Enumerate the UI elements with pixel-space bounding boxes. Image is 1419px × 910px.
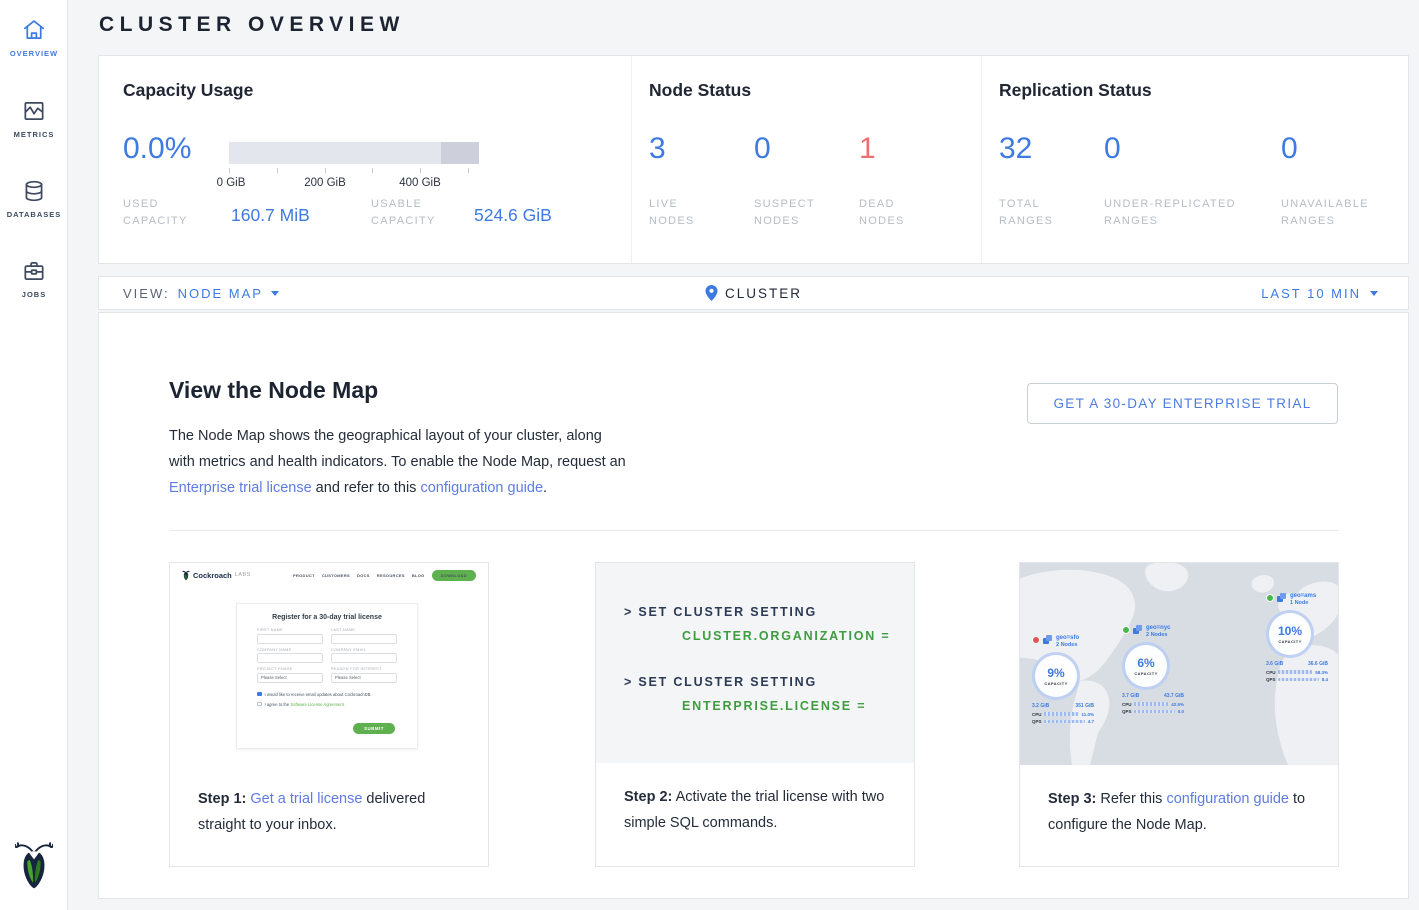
- mini-register-form: Register for a 30-day trial license FIRS…: [236, 603, 418, 749]
- chevron-down-icon: [271, 291, 279, 296]
- sidebar-item-metrics[interactable]: METRICS: [0, 98, 68, 139]
- status-ok-icon: [1122, 626, 1130, 634]
- status-ok-icon: [1266, 594, 1274, 602]
- sidebar: OVERVIEW METRICS DATABASES JOBS: [0, 0, 68, 910]
- sidebar-item-jobs[interactable]: JOBS: [0, 258, 68, 299]
- mini-submit-button: SUBMIT: [353, 723, 395, 734]
- locality-geo-sfo: geo=sfo2 Nodes 9%CAPACITY 3.2 GiB351 GiB…: [1032, 635, 1094, 724]
- locality-geo-ams: geo=ams1 Node 10%CAPACITY 3.6 GiB36.6 Gi…: [1266, 593, 1328, 682]
- step3-caption: Step 3: Refer this configuration guide t…: [1020, 765, 1338, 838]
- section-heading: View the Node Map: [169, 377, 378, 404]
- capacity-axis-tick: 400 GiB: [399, 177, 441, 189]
- under-replicated-ranges-count: 0: [1104, 132, 1121, 166]
- live-nodes-count: 3: [649, 132, 666, 166]
- view-bar: VIEW: NODE MAP CLUSTER LAST 10 MIN: [98, 276, 1409, 310]
- total-ranges-count: 32: [999, 132, 1032, 166]
- under-replicated-ranges-label: UNDER-REPLICATEDRANGES: [1104, 196, 1236, 230]
- cluster-overview-page: OVERVIEW METRICS DATABASES JOBS: [0, 0, 1419, 910]
- page-title: CLUSTER OVERVIEW: [99, 13, 405, 37]
- nodes-cube-icon: [1043, 635, 1053, 644]
- node-status-title: Node Status: [649, 80, 751, 101]
- sidebar-item-label: DATABASES: [0, 210, 68, 219]
- mini-cockroach-brand: CockroachLABS: [182, 570, 251, 581]
- register-screenshot: CockroachLABS PRODUCTCUSTOMERSDOCSRESOUR…: [170, 563, 488, 765]
- sidebar-item-databases[interactable]: DATABASES: [0, 178, 68, 219]
- location-pin-icon: [705, 285, 717, 301]
- sql-commands-block: > SET CLUSTER SETTING CLUSTER.ORGANIZATI…: [596, 563, 914, 763]
- status-error-icon: [1032, 636, 1040, 644]
- home-icon: [21, 17, 47, 43]
- view-selector-dropdown[interactable]: NODE MAP: [178, 286, 279, 301]
- database-icon: [21, 178, 47, 204]
- suspect-nodes-count: 0: [754, 132, 771, 166]
- configuration-guide-link[interactable]: configuration guide: [1166, 791, 1289, 807]
- usable-capacity-value: 524.6 GiB: [474, 205, 552, 226]
- capacity-axis-tick: 0 GiB: [217, 177, 246, 189]
- section-description: The Node Map shows the geographical layo…: [169, 423, 631, 501]
- cluster-summary-card: Capacity Usage 0.0% 0 GiB 200 GiB 400 Gi…: [98, 55, 1409, 264]
- get-trial-license-link[interactable]: Get a trial license: [250, 791, 362, 807]
- step2-caption: Step 2: Activate the trial license with …: [596, 763, 914, 836]
- capacity-bar: [229, 142, 479, 164]
- cluster-scope-label: CLUSTER: [725, 286, 802, 301]
- used-capacity-label: USEDCAPACITY: [123, 196, 188, 230]
- get-enterprise-trial-button[interactable]: GET A 30-DAY ENTERPRISE TRIAL: [1027, 383, 1338, 424]
- metrics-icon: [21, 98, 47, 124]
- enterprise-trial-license-link[interactable]: Enterprise trial license: [169, 480, 312, 496]
- step1-caption: Step 1: Get a trial license delivered st…: [170, 765, 488, 838]
- view-label: VIEW:: [123, 286, 170, 301]
- configuration-guide-link[interactable]: configuration guide: [420, 480, 543, 496]
- capacity-used-percent: 0.0%: [123, 132, 191, 166]
- sidebar-item-label: OVERVIEW: [0, 49, 68, 58]
- briefcase-icon: [21, 258, 47, 284]
- dead-nodes-label: DEADNODES: [859, 196, 905, 230]
- suspect-nodes-label: SUSPECTNODES: [754, 196, 815, 230]
- nodes-cube-icon: [1133, 625, 1143, 634]
- cockroachdb-logo[interactable]: [0, 841, 68, 896]
- used-capacity-value: 160.7 MiB: [231, 205, 310, 226]
- mini-cockroach-icon: [182, 570, 190, 581]
- node-map-panel: View the Node Map The Node Map shows the…: [98, 312, 1409, 899]
- locality-geo-nyc: geo=nyc2 Nodes 6%CAPACITY 3.7 GiB43.7 Gi…: [1122, 625, 1184, 714]
- chevron-down-icon: [1370, 291, 1378, 296]
- total-ranges-label: TOTALRANGES: [999, 196, 1053, 230]
- sidebar-item-label: JOBS: [0, 290, 68, 299]
- nodes-cube-icon: [1277, 593, 1287, 602]
- unavailable-ranges-count: 0: [1281, 132, 1298, 166]
- step1-card: CockroachLABS PRODUCTCUSTOMERSDOCSRESOUR…: [169, 562, 489, 867]
- node-map-preview: geo=sfo2 Nodes 9%CAPACITY 3.2 GiB351 GiB…: [1020, 563, 1338, 765]
- unavailable-ranges-label: UNAVAILABLERANGES: [1281, 196, 1369, 230]
- sidebar-item-label: METRICS: [0, 130, 68, 139]
- step3-card: geo=sfo2 Nodes 9%CAPACITY 3.2 GiB351 GiB…: [1019, 562, 1339, 867]
- capacity-usage-title: Capacity Usage: [123, 80, 253, 101]
- capacity-axis-tick: 200 GiB: [304, 177, 346, 189]
- sidebar-item-overview[interactable]: OVERVIEW: [0, 17, 68, 58]
- dead-nodes-count: 1: [859, 132, 876, 166]
- mini-site-nav: PRODUCTCUSTOMERSDOCSRESOURCESBLOG DOWNLO…: [293, 570, 476, 581]
- usable-capacity-label: USABLECAPACITY: [371, 196, 436, 230]
- step2-card: > SET CLUSTER SETTING CLUSTER.ORGANIZATI…: [595, 562, 915, 867]
- mini-download-button: DOWNLOAD: [432, 570, 476, 581]
- capacity-bar-reserved-segment: [441, 142, 479, 164]
- live-nodes-label: LIVENODES: [649, 196, 695, 230]
- replication-status-title: Replication Status: [999, 80, 1152, 101]
- time-range-dropdown[interactable]: LAST 10 MIN: [1261, 286, 1378, 301]
